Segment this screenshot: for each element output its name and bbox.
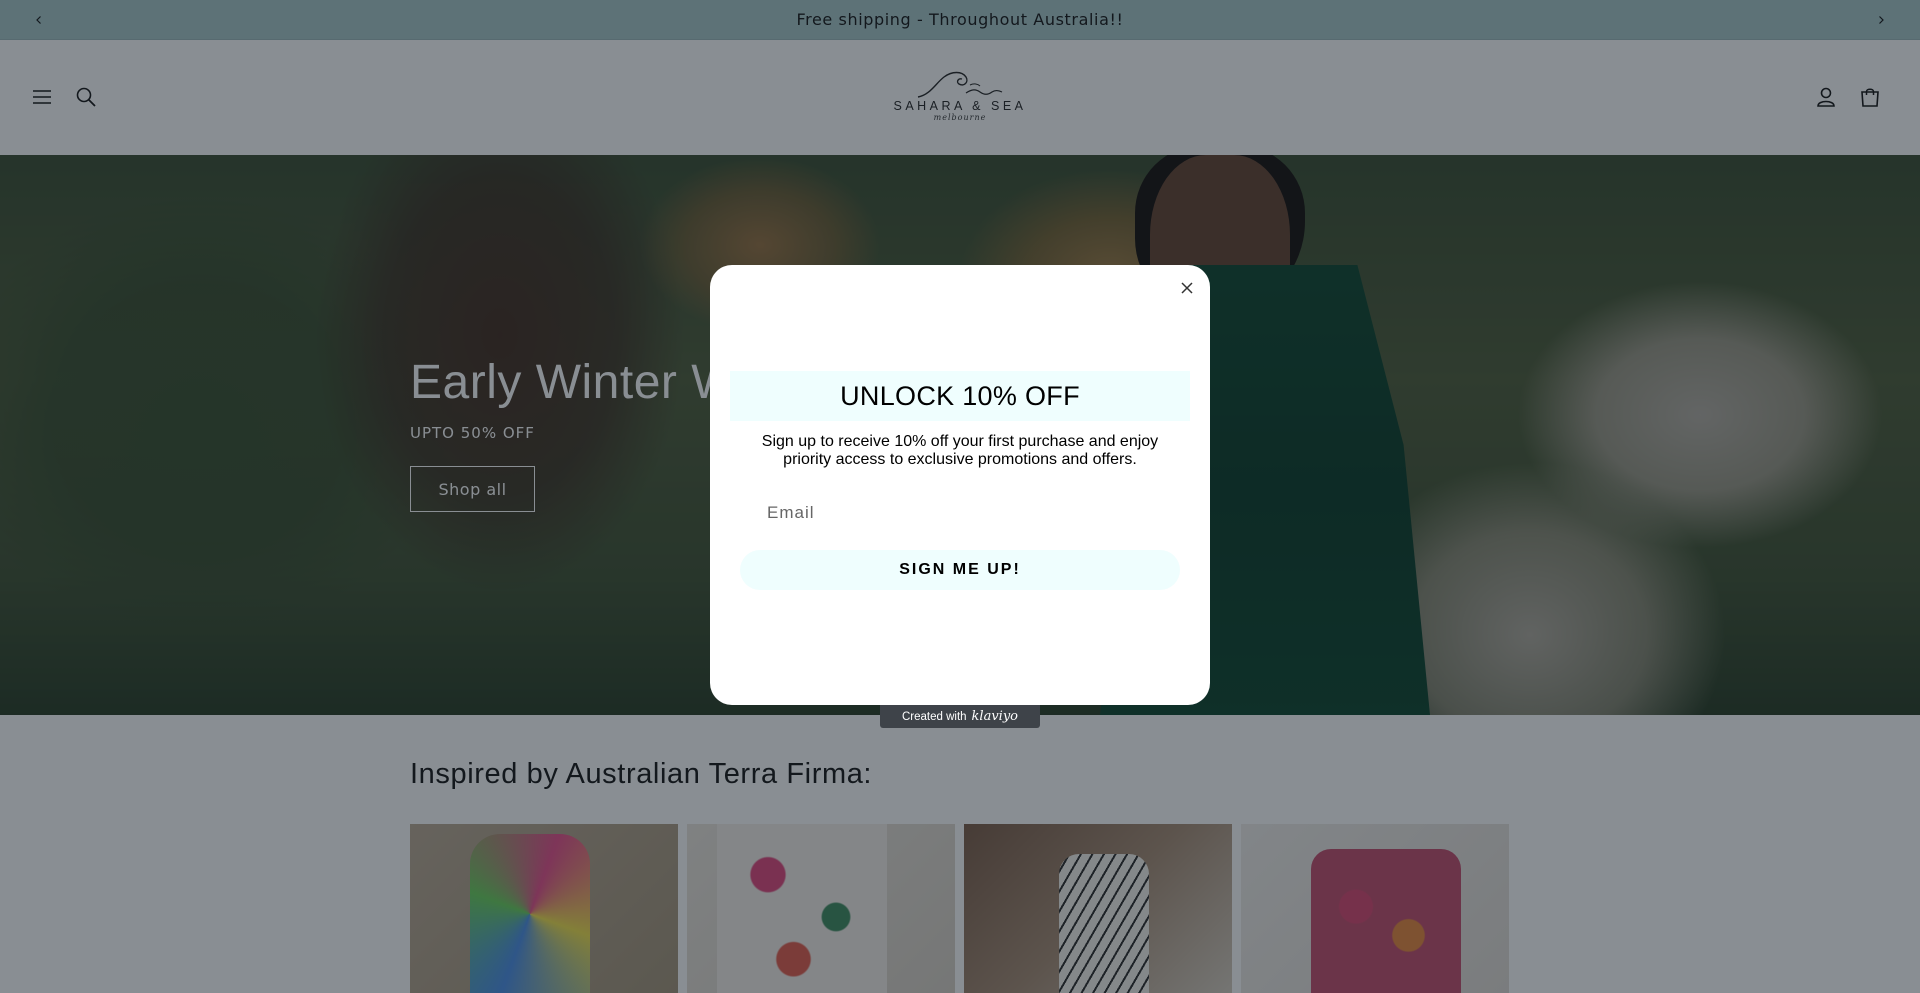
popup-heading: UNLOCK 10% OFF xyxy=(840,380,1080,411)
klaviyo-badge[interactable]: Created with klaviyo xyxy=(880,705,1040,728)
popup-heading-box: UNLOCK 10% OFF xyxy=(730,371,1190,421)
popup-body-text: Sign up to receive 10% off your first pu… xyxy=(761,433,1159,468)
email-field[interactable] xyxy=(740,491,1180,535)
badge-prefix: Created with xyxy=(901,710,967,723)
signup-popup: UNLOCK 10% OFF Sign up to receive 10% of… xyxy=(710,265,1210,705)
klaviyo-logo: klaviyo xyxy=(971,709,1019,724)
close-icon[interactable] xyxy=(1174,275,1200,301)
sign-me-up-button[interactable]: SIGN ME UP! xyxy=(740,550,1180,590)
